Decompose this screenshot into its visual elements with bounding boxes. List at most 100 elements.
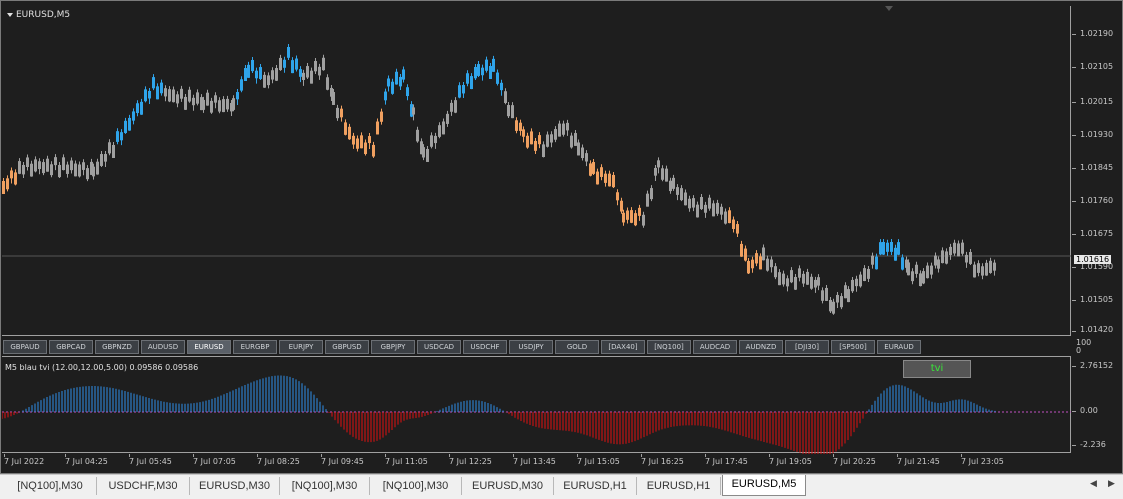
candle-body bbox=[708, 197, 711, 209]
time-tick: 7 Jul 07:05 bbox=[193, 457, 236, 466]
candle-body bbox=[511, 105, 514, 119]
candle-body bbox=[387, 78, 390, 87]
symbol-button[interactable]: [SP500] bbox=[831, 340, 875, 354]
candle-body bbox=[965, 254, 968, 263]
chart-symbol-label[interactable]: EURUSD,M5 bbox=[7, 10, 70, 20]
chart-tab[interactable]: EURUSD,M30 bbox=[190, 477, 280, 495]
candle-body bbox=[515, 120, 518, 131]
candle-body bbox=[326, 77, 329, 90]
price-axis[interactable]: 1.02190 1.02105 1.02015 1.01930 1.01845 … bbox=[1072, 6, 1122, 336]
symbol-button[interactable]: USDCHF bbox=[463, 340, 507, 354]
candlestick-chart[interactable] bbox=[2, 6, 1071, 336]
chart-tab[interactable]: [NQ100],M30 bbox=[370, 477, 462, 495]
symbol-button[interactable]: AUDNZD bbox=[739, 340, 783, 354]
candle-body bbox=[466, 73, 469, 84]
symbol-button[interactable]: GOLD bbox=[555, 340, 599, 354]
symbol-button[interactable]: AUDUSD bbox=[141, 340, 185, 354]
symbol-button[interactable]: [DJI30] bbox=[785, 340, 829, 354]
candle-body bbox=[526, 135, 529, 148]
candle-body bbox=[716, 202, 719, 214]
candle-body bbox=[704, 204, 707, 213]
candle-body bbox=[766, 258, 769, 271]
candle-body bbox=[6, 178, 9, 190]
candle-body bbox=[58, 164, 61, 178]
candle-body bbox=[669, 180, 672, 192]
chart-tab-active[interactable]: EURUSD,M5 bbox=[722, 475, 806, 496]
symbol-button[interactable]: USDCAD bbox=[417, 340, 461, 354]
price-chart[interactable] bbox=[2, 6, 1071, 336]
candle-body bbox=[829, 299, 832, 312]
candle-body bbox=[462, 84, 465, 94]
symbol-button[interactable]: GBPJPY bbox=[371, 340, 415, 354]
candle-body bbox=[774, 266, 777, 278]
chart-tab[interactable]: [NQ100],M30 bbox=[4, 477, 97, 495]
candle-body bbox=[380, 111, 383, 122]
price-tick: 1.01420 bbox=[1080, 325, 1114, 334]
symbol-button[interactable]: GBPAUD bbox=[3, 340, 47, 354]
candle-body bbox=[794, 276, 797, 290]
candle-body bbox=[104, 154, 107, 162]
chart-tab[interactable]: EURUSD,H1 bbox=[637, 477, 721, 495]
candle-body bbox=[596, 171, 599, 185]
symbol-button-active[interactable]: EURUSD bbox=[187, 340, 231, 354]
symbol-button[interactable]: EURGBP bbox=[233, 340, 277, 354]
indicator-tick: -2.236 bbox=[1080, 440, 1106, 449]
candle-body bbox=[210, 100, 213, 113]
tab-scroll-left-icon[interactable]: ◀ bbox=[1090, 479, 1097, 489]
symbol-button[interactable]: EURAUD bbox=[877, 340, 921, 354]
symbol-button[interactable]: GBPNZD bbox=[95, 340, 139, 354]
candle-body bbox=[214, 95, 217, 103]
candle-body bbox=[589, 163, 592, 176]
candle-body bbox=[844, 285, 847, 299]
candle-body bbox=[604, 173, 607, 183]
symbol-button[interactable]: [DAX40] bbox=[601, 340, 645, 354]
candle-body bbox=[291, 60, 294, 74]
candle-body bbox=[240, 79, 243, 91]
candle-body bbox=[851, 279, 854, 292]
candle-body bbox=[50, 164, 53, 176]
candle-body bbox=[993, 262, 996, 271]
candle-body bbox=[336, 107, 339, 119]
candle-body bbox=[770, 259, 773, 268]
candle-body bbox=[275, 68, 278, 81]
candle-body bbox=[148, 90, 151, 99]
symbol-button[interactable]: EURJPY bbox=[279, 340, 323, 354]
symbol-button[interactable]: AUDCAD bbox=[693, 340, 737, 354]
indicator-tick-mark bbox=[1072, 445, 1076, 446]
candle-body bbox=[832, 301, 835, 314]
candle-body bbox=[786, 278, 789, 287]
chart-tab[interactable]: [NQ100],M30 bbox=[280, 477, 370, 495]
candle-body bbox=[172, 89, 175, 103]
candle-body bbox=[247, 64, 250, 78]
tab-scroll-right-icon[interactable]: ▶ bbox=[1108, 479, 1115, 489]
candle-body bbox=[492, 58, 495, 72]
candle-body bbox=[14, 172, 17, 185]
candle-body bbox=[825, 287, 828, 301]
symbol-button[interactable]: [NQ100] bbox=[647, 340, 691, 354]
indicator-axis[interactable]: 2.76152 0.00 -2.236 bbox=[1072, 356, 1122, 453]
time-axis[interactable]: 7 Jul 2022 7 Jul 04:25 7 Jul 05:45 7 Jul… bbox=[2, 454, 1071, 474]
candle-body bbox=[416, 129, 419, 142]
chart-shift-marker-icon[interactable] bbox=[885, 6, 893, 11]
symbol-button[interactable]: GBPCAD bbox=[49, 340, 93, 354]
tvi-button[interactable]: tvi bbox=[903, 360, 971, 378]
candle-body bbox=[855, 278, 858, 287]
symbol-button-bar: GBPAUD GBPCAD GBPNZD AUDUSD EURUSD EURGB… bbox=[3, 340, 1069, 355]
candle-body bbox=[66, 164, 69, 174]
chart-tab[interactable]: EURUSD,H1 bbox=[554, 477, 637, 495]
candle-body bbox=[152, 77, 155, 89]
candle-body bbox=[120, 132, 123, 141]
symbol-button[interactable]: USDJPY bbox=[509, 340, 553, 354]
candle-body bbox=[911, 271, 914, 282]
dropdown-triangle-icon[interactable] bbox=[7, 12, 13, 17]
candle-body bbox=[322, 57, 325, 71]
symbol-button[interactable]: GBPUSD bbox=[325, 340, 369, 354]
chart-tab[interactable]: EURUSD,M30 bbox=[462, 477, 554, 495]
candle-body bbox=[863, 268, 866, 282]
candle-body bbox=[676, 187, 679, 195]
candle-body bbox=[310, 70, 313, 84]
chart-tab[interactable]: USDCHF,M30 bbox=[97, 477, 190, 495]
candle-body bbox=[985, 262, 988, 276]
chart-window[interactable]: EURUSD,M5 1.02190 1.02105 1.02015 1.0193… bbox=[0, 0, 1123, 474]
candle-body bbox=[192, 97, 195, 106]
